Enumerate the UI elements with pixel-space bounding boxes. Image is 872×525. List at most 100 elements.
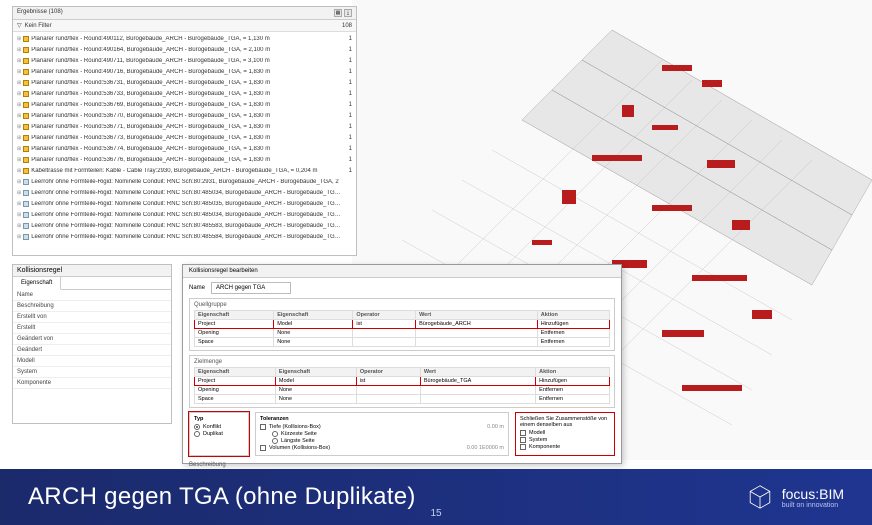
prop-key: Geändert [17,347,92,353]
filter-count: 108 [334,23,352,29]
result-text: Planarer rund/flex - Round:536774, Bürog… [31,146,342,152]
result-text: Planarer rund/flex - Round:536733, Bürog… [31,91,342,97]
property-title: Kollisionsregel [13,265,171,277]
result-row[interactable]: ⊞Leerrohr ohne Formteile-Rigid: Nominell… [13,198,356,209]
result-text: Planarer rund/flex - Round:536770, Bürog… [31,113,342,119]
chk-volume[interactable]: Volumen (Kollisions-Box) 0.00 1E0000 m [260,445,504,451]
property-rows: NameBeschreibungErstellt vonErstelltGeän… [13,290,171,389]
type-title: Typ [194,416,244,422]
warning-icon [23,124,29,130]
prop-key: Geändert von [17,336,92,342]
result-row[interactable]: ⊞Planarer rund/flex - Round:536774, Büro… [13,143,356,154]
result-text: Planarer rund/flex - Round:490112, Bürog… [31,36,342,42]
result-count: 1 [342,113,352,119]
result-row[interactable]: ⊞Planarer rund/flex - Round:536776, Büro… [13,154,356,165]
chk-depth[interactable]: Tiefe (Kollisions-Box) 0.00 m [260,424,504,430]
rule-row[interactable]: SpaceNoneEntfernen [195,395,610,404]
result-row[interactable]: ⊞Planarer rund/flex - Round:490112, Büro… [13,33,356,44]
result-row[interactable]: ⊞Planarer rund/flex - Round:536771, Büro… [13,121,356,132]
result-row[interactable]: ⊞Planarer rund/flex - Round:536770, Büro… [13,110,356,121]
warning-icon [23,146,29,152]
result-row[interactable]: ⊞Leerrohr ohne Formteile-Rigid: Nominell… [13,187,356,198]
result-row[interactable]: ⊞Planarer rund/flex - Round:490711, Büro… [13,55,356,66]
result-row[interactable]: ⊞Planarer rund/flex - Round:536773, Büro… [13,132,356,143]
result-text: Kabeltrasse mit Formteilen: Kable - Cabl… [31,168,342,174]
result-row[interactable]: ⊞Leerrohr ohne Formteile-Rigid: Nominell… [13,176,356,187]
radio-icon [272,431,278,437]
chk-model[interactable]: Modell [520,430,610,436]
filter-funnel-icon: ▽ [17,22,22,29]
export-icon[interactable]: ⤓ [344,9,352,17]
name-label: Name [189,285,205,291]
result-row[interactable]: ⊞Planarer rund/flex - Round:490164, Büro… [13,44,356,55]
result-text: Planarer rund/flex - Round:536771, Bürog… [31,124,342,130]
rule-row[interactable]: SpaceNoneEntfernen [195,338,610,347]
result-row[interactable]: ⊞Planarer rund/flex - Round:490716, Büro… [13,66,356,77]
result-text: Leerrohr ohne Formteile-Rigid: Nominelle… [31,179,342,185]
prop-key: Erstellt von [17,314,92,320]
source-group: Quellgruppe EigenschaftEigenschaftOperat… [189,298,615,351]
columns-icon[interactable]: ▦ [334,9,342,17]
tolerance-title: Toleranzen [260,416,504,422]
target-table[interactable]: EigenschaftEigenschaftOperatorWertAktion… [194,367,610,404]
rule-row[interactable]: OpeningNoneEntfernen [195,386,610,395]
prop-value [92,336,167,342]
prop-value [92,369,167,375]
result-count: 1 [342,91,352,97]
cube-icon [23,234,29,240]
rule-row[interactable]: ProjectModelistBürogebäude_TGAHinzufügen [195,377,610,386]
result-row[interactable]: ⊞Leerrohr ohne Formteile-Rigid: Nominell… [13,220,356,231]
result-count: 1 [342,69,352,75]
slide-title: ARCH gegen TGA (ohne Duplikate) [28,483,416,511]
tab-eigenschaft[interactable]: Eigenschaft [13,277,61,290]
result-count: 1 [342,146,352,152]
result-count: 1 [342,36,352,42]
rule-row[interactable]: OpeningNoneEntfernen [195,329,610,338]
radio-conflict[interactable]: Konflikt [194,424,244,430]
result-count: 1 [342,157,352,163]
source-table[interactable]: EigenschaftEigenschaftOperatorWertAktion… [194,310,610,347]
chk-component[interactable]: Komponente [520,444,610,450]
result-row[interactable]: ⊞Kabeltrasse mit Formteilen: Kable - Cab… [13,165,356,176]
property-row: Geändert von [13,334,171,345]
slide-footer: ARCH gegen TGA (ohne Duplikate) 15 focus… [0,469,872,525]
prop-key: System [17,369,92,375]
result-count: 1 [342,102,352,108]
checkbox-icon [520,437,526,443]
name-input[interactable]: ARCH gegen TGA [211,282,291,294]
warning-icon [23,47,29,53]
result-row[interactable]: ⊞Leerrohr ohne Formteile-Rigid: Nominell… [13,231,356,242]
type-box: Typ Konflikt Duplikat [189,412,249,456]
page-number: 15 [430,508,441,519]
results-panel: Ergebnisse (108) ▦ ⤓ ▽ Kein Filter 108 ⊞… [12,6,357,256]
summary-box: Schließen Sie Zusammenstöße von einem de… [515,412,615,456]
warning-icon [23,36,29,42]
cube-icon [23,201,29,207]
checkbox-icon [520,430,526,436]
radio-shortest[interactable]: Kürzeste Seite [272,431,504,437]
warning-icon [23,80,29,86]
warning-icon [23,168,29,174]
result-row[interactable]: ⊞Planarer rund/flex - Round:536769, Büro… [13,99,356,110]
target-group: Zielmenge EigenschaftEigenschaftOperator… [189,355,615,408]
radio-duplicate[interactable]: Duplikat [194,431,244,437]
dialog-title: Kollisionsregel bearbeiten [183,265,621,278]
radio-longest[interactable]: Längste Seite [272,438,504,444]
result-count: 1 [342,80,352,86]
radio-icon [194,424,200,430]
result-row[interactable]: ⊞Planarer rund/flex - Round:536733, Büro… [13,88,356,99]
property-row: Erstellt von [13,312,171,323]
result-text: Leerrohr ohne Formteile-Rigid: Nominelle… [31,190,342,196]
result-text: Planarer rund/flex - Round:490711, Bürog… [31,58,342,64]
result-row[interactable]: ⊞Leerrohr ohne Formteile-Rigid: Nominell… [13,209,356,220]
property-row: Geändert [13,345,171,356]
result-text: Leerrohr ohne Formteile-Rigid: Nominelle… [31,223,342,229]
result-count: 1 [342,135,352,141]
results-list[interactable]: ⊞Planarer rund/flex - Round:490112, Büro… [13,32,356,248]
filter-row[interactable]: ▽ Kein Filter 108 [13,20,356,32]
tolerance-box: Toleranzen Tiefe (Kollisions-Box) 0.00 m… [255,412,509,456]
warning-icon [23,58,29,64]
result-row[interactable]: ⊞Planarer rund/flex - Round:536731, Büro… [13,77,356,88]
rule-row[interactable]: ProjectModelistBürogebäude_ARCHHinzufüge… [195,320,610,329]
chk-system[interactable]: System [520,437,610,443]
